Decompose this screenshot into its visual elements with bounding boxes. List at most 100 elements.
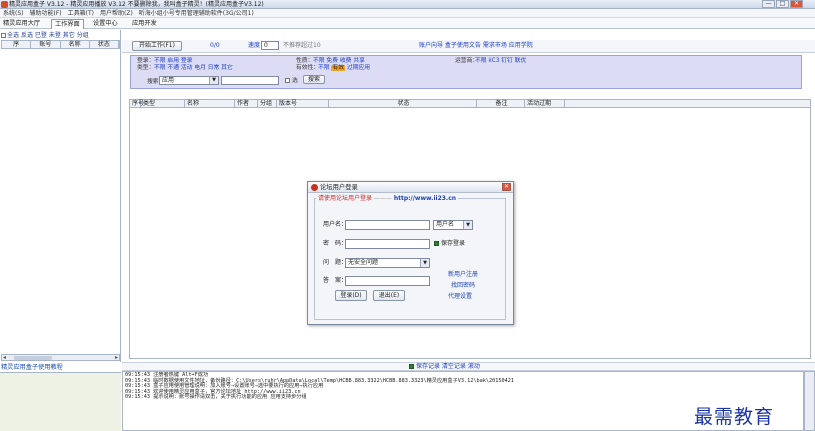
log-toolbar: 保存记录 清空记录 滚动 bbox=[122, 362, 815, 371]
tab-settings[interactable]: 设置中心 bbox=[90, 19, 121, 29]
col-group[interactable]: 分组 bbox=[258, 100, 277, 108]
forum-url[interactable]: http://www.ii23.cn bbox=[394, 195, 456, 202]
menu-tools[interactable]: 工具箱(T) bbox=[65, 9, 97, 18]
col-index[interactable]: 序 bbox=[2, 41, 32, 48]
chevron-down-icon[interactable]: ▼ bbox=[420, 259, 429, 267]
select-all-checkbox[interactable] bbox=[1, 33, 6, 38]
exit-button[interactable]: 退出(E) bbox=[373, 290, 405, 301]
title-bar: 精灵应用盒子 V3.12 - 精灵应用播放 V3.12 不要删除我，我叫盒子精灵… bbox=[0, 0, 815, 9]
login-hint: 请使用论坛用户登录 bbox=[318, 195, 373, 202]
register-link[interactable]: 新用户注册 bbox=[448, 271, 478, 279]
scroll-right-icon[interactable]: ▸ bbox=[115, 354, 118, 361]
tab-bar: 精灵应用大厅 工作界面 设置中心 应用开发 bbox=[0, 18, 815, 29]
toolbar-links[interactable]: 账户向导 盒子使用文告 需求市场 应用学院 bbox=[419, 42, 533, 50]
dialog-close-button[interactable]: ✕ bbox=[502, 183, 511, 191]
filter-invert[interactable]: 反选 bbox=[21, 32, 33, 39]
search-label: 搜索 bbox=[147, 79, 159, 85]
operator-filter-options[interactable]: 不限 iiC3 钉钉 联优 bbox=[475, 58, 526, 64]
minimize-button[interactable]: — bbox=[762, 0, 775, 8]
proxy-settings-link[interactable]: 代理设置 bbox=[448, 293, 472, 301]
col-app-name[interactable]: 名称 bbox=[185, 100, 235, 108]
col-author[interactable]: 作者 bbox=[235, 100, 258, 108]
save-login-checkbox[interactable] bbox=[434, 241, 439, 246]
username-label: 用户名： bbox=[323, 221, 348, 228]
menu-notice[interactable]: 听海小组小号专用管理辅助软件(3G/公司1) bbox=[136, 9, 257, 18]
question-label: 问 题： bbox=[323, 259, 348, 266]
menu-system[interactable]: 系统(S) bbox=[0, 9, 27, 18]
task-count: 0/0 bbox=[210, 42, 220, 49]
menu-bar: 系统(S) 辅助功能(F) 工具箱(T) 用户帮助(Z) 听海小组小号专用管理辅助软件(… bbox=[0, 9, 815, 18]
log-vscrollbar[interactable] bbox=[804, 371, 815, 431]
login-filter-options[interactable]: 不限 启用 登录 bbox=[154, 58, 192, 64]
scroll-left-icon[interactable]: ◂ bbox=[3, 354, 6, 361]
menu-functions[interactable]: 辅助功能(F) bbox=[27, 9, 65, 18]
log-toolbar-options[interactable]: 保存记录 清空记录 滚动 bbox=[416, 363, 480, 371]
watermark: 最需教育 bbox=[694, 406, 775, 428]
app-icon bbox=[1, 1, 8, 8]
password-input[interactable] bbox=[345, 239, 430, 249]
search-option-checkbox[interactable] bbox=[285, 78, 290, 83]
login-dialog: 论坛用户登录 ✕ 请使用论坛用户登录 ——— http://www.ii23.c… bbox=[307, 181, 514, 325]
menu-help[interactable]: 用户帮助(Z) bbox=[97, 9, 136, 18]
filter-not-logged[interactable]: 未登 bbox=[49, 32, 61, 39]
type-filter-options[interactable]: 不限 不通 活动 电月 日常 其它 bbox=[154, 65, 233, 71]
col-expiry[interactable]: 活动过期 bbox=[525, 100, 565, 108]
window-title: 精灵应用盒子 V3.12 - 精灵应用播放 V3.12 不要删除我，我叫盒子精灵… bbox=[9, 1, 264, 8]
username-input[interactable] bbox=[345, 220, 430, 230]
login-button[interactable]: 登录(D) bbox=[335, 290, 367, 301]
search-option-label: 选 bbox=[292, 78, 298, 84]
account-hscrollbar[interactable]: ◂ ▸ bbox=[1, 354, 120, 361]
valid-any[interactable]: 不限 bbox=[318, 65, 330, 71]
filter-logged[interactable]: 已登 bbox=[35, 32, 47, 39]
col-app-status[interactable]: 状态 bbox=[329, 100, 477, 108]
chevron-down-icon[interactable]: ▼ bbox=[463, 221, 472, 229]
col-type[interactable]: 类型 bbox=[141, 100, 185, 108]
scroll-thumb[interactable] bbox=[14, 356, 52, 360]
col-remark[interactable]: 备注 bbox=[477, 100, 525, 108]
close-button[interactable]: ✕ bbox=[790, 0, 803, 8]
speed-label: 速度 bbox=[248, 42, 261, 49]
filter-group[interactable]: 分组 bbox=[77, 32, 89, 39]
recover-password-link[interactable]: 找回密码 bbox=[451, 282, 475, 290]
chevron-down-icon[interactable]: ▼ bbox=[209, 77, 218, 84]
type-filter-label: 类型： bbox=[137, 65, 155, 71]
search-field-select[interactable]: 应用 ▼ bbox=[159, 76, 219, 85]
col-version[interactable]: 版本号 bbox=[277, 100, 329, 108]
valid-active[interactable]: 有效 bbox=[331, 65, 346, 71]
tab-app-dev[interactable]: 应用开发 bbox=[129, 19, 160, 29]
maximize-button[interactable]: □ bbox=[776, 0, 789, 8]
search-button[interactable]: 搜索 bbox=[303, 75, 325, 84]
search-field-value: 应用 bbox=[162, 77, 175, 84]
valid-filter-options: 不限 有效 过期应用 bbox=[318, 65, 370, 71]
props-filter-options[interactable]: 不限 免费 收费 共享 bbox=[313, 58, 365, 64]
account-panel bbox=[0, 30, 121, 362]
app-icon bbox=[311, 184, 318, 191]
speed-note: 不推荐超过10 bbox=[283, 42, 321, 49]
security-question-value: 无安全问题 bbox=[348, 259, 379, 266]
col-status[interactable]: 状态 bbox=[90, 41, 119, 48]
username-type-select[interactable]: 用户名 ▼ bbox=[433, 220, 473, 230]
valid-expired[interactable]: 过期应用 bbox=[347, 65, 370, 71]
app-grid-header: 序号 类型 名称 作者 分组 版本号 状态 备注 活动过期 bbox=[130, 100, 810, 108]
tab-workspace[interactable]: 工作界面 bbox=[51, 19, 84, 29]
work-toolbar: 开始工作(F1) 0/0 速度 0 不推荐超过10 账户向导 盒子使用文告 需求… bbox=[122, 40, 815, 53]
app-filter-area: 登录： 不限 启用 登录 类型： 不限 不通 活动 电月 日常 其它 性质： 不… bbox=[130, 55, 802, 89]
log-line: 09:15:43 提示说明：账号操作请双击，关于执行功能的应用 应用支持步分组 bbox=[125, 394, 307, 401]
select-all-label[interactable]: 全选 bbox=[7, 32, 19, 39]
answer-input[interactable] bbox=[345, 276, 430, 286]
password-label: 密 码： bbox=[323, 240, 348, 247]
dialog-title: 论坛用户登录 bbox=[320, 184, 358, 191]
username-type-value: 用户名 bbox=[436, 221, 455, 228]
tab-app-hall[interactable]: 精灵应用大厅 bbox=[0, 19, 43, 29]
col-account[interactable]: 账号 bbox=[31, 41, 61, 48]
security-question-select[interactable]: 无安全问题 ▼ bbox=[345, 258, 430, 268]
col-name[interactable]: 名称 bbox=[61, 41, 90, 48]
search-input[interactable] bbox=[221, 76, 279, 85]
start-work-button[interactable]: 开始工作(F1) bbox=[132, 41, 182, 51]
filter-other[interactable]: 其它 bbox=[63, 32, 75, 39]
col-seq[interactable]: 序号 bbox=[130, 100, 144, 108]
speed-input[interactable]: 0 bbox=[261, 41, 279, 50]
log-save-checkbox[interactable] bbox=[409, 364, 414, 369]
account-table-header: 序 账号 名称 状态 bbox=[1, 40, 120, 49]
help-tutorial-link[interactable]: 精灵应用盒子使用教程 bbox=[0, 363, 121, 372]
